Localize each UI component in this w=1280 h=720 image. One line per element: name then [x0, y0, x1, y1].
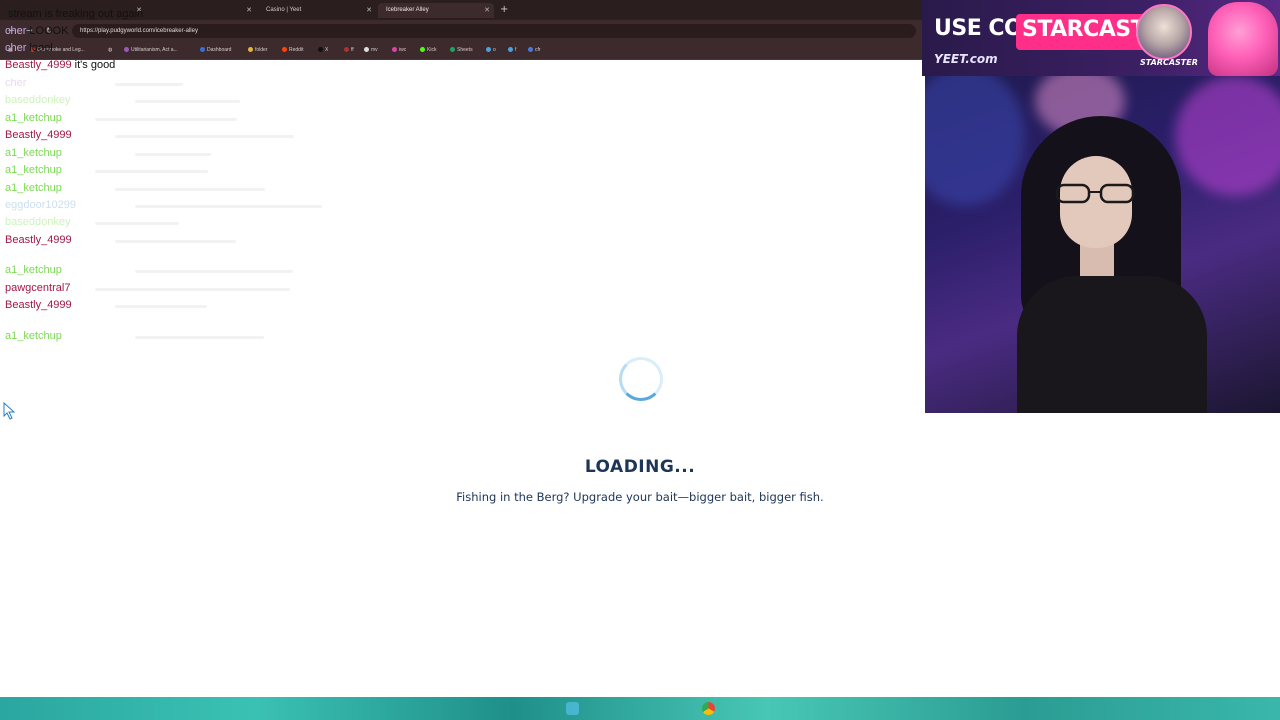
- chat-message: cher loool: [5, 42, 53, 54]
- chat-message: a1_ketchup: [5, 164, 65, 176]
- chat-faded-text: [95, 288, 290, 291]
- sponsor-brand-logo: YEET.com: [934, 52, 998, 66]
- chat-message: eggdoor10299: [5, 199, 79, 211]
- chat-username: baseddonkey: [5, 94, 71, 106]
- bookmark-item[interactable]: iwc: [392, 47, 406, 53]
- chat-username: Beastly_4999: [5, 129, 72, 141]
- chat-overlay: stream is freaking out again cher LOOOK che…: [0, 0, 340, 420]
- bookmark-favicon-icon: [392, 47, 397, 52]
- chat-username: a1_ketchup: [5, 112, 62, 124]
- chat-message: a1_ketchup: [5, 147, 65, 159]
- chat-faded-text: [115, 83, 183, 86]
- bookmark-favicon-icon: [364, 47, 369, 52]
- streamer-avatar: [1136, 4, 1192, 60]
- chat-faded-text: [115, 135, 294, 138]
- chat-faded-text: [115, 240, 236, 243]
- chat-message: a1_ketchup: [5, 112, 65, 124]
- chat-username: a1_ketchup: [5, 182, 62, 194]
- loading-spinner: [619, 357, 663, 401]
- chat-username: Beastly_4999: [5, 234, 72, 246]
- bookmark-item[interactable]: o: [486, 47, 496, 53]
- loading-title: LOADING...: [584, 457, 696, 477]
- chat-faded-text: [135, 153, 211, 156]
- glasses-icon: [1055, 183, 1135, 204]
- chat-message: pawgcentral7: [5, 282, 73, 294]
- close-tab-icon[interactable]: ✕: [366, 6, 372, 14]
- chat-username: Beastly_4999: [5, 59, 72, 71]
- chat-faded-text: [95, 222, 179, 225]
- chat-username: Beastly_4999: [5, 299, 72, 311]
- chat-text: LOOOK: [29, 25, 69, 37]
- chrome-icon[interactable]: [702, 702, 715, 715]
- mascot-image: [1208, 2, 1278, 76]
- chat-message: a1_ketchup: [5, 330, 65, 342]
- chat-username: pawgcentral7: [5, 282, 71, 294]
- bookmark-item[interactable]: mv: [364, 47, 378, 53]
- streamer-shirt: [1017, 276, 1207, 413]
- chat-message: a1_ketchup: [5, 264, 65, 276]
- chat-message: cher: [5, 77, 29, 89]
- kick-icon: [420, 47, 425, 52]
- chat-message: a1_ketchup: [5, 182, 65, 194]
- chat-faded-text: [95, 170, 208, 173]
- chat-username: a1_ketchup: [5, 330, 62, 342]
- chat-message: stream is freaking out again: [5, 8, 143, 20]
- chat-username: cher: [5, 25, 27, 37]
- bookmark-favicon-icon: [486, 47, 491, 52]
- chat-text: it's good: [74, 59, 116, 71]
- bookmark-item[interactable]: cfr: [528, 47, 541, 53]
- bookmark-item[interactable]: Kick: [420, 47, 436, 53]
- chat-message: cher LOOOK: [5, 25, 69, 37]
- chat-faded-text: [135, 270, 293, 273]
- chat-username: cher: [5, 42, 27, 54]
- chat-username: a1_ketchup: [5, 164, 62, 176]
- chat-text: stream is freaking out again: [8, 8, 144, 20]
- bookmark-favicon-icon: [528, 47, 533, 52]
- chat-faded-text: [115, 305, 207, 308]
- close-tab-icon[interactable]: ✕: [484, 6, 490, 14]
- chat-message: baseddonkey: [5, 94, 73, 106]
- bookmark-item[interactable]: Sheets: [450, 47, 473, 53]
- chat-faded-text: [115, 188, 265, 191]
- mouse-cursor-icon: [3, 402, 16, 420]
- bookmark-item[interactable]: ff: [344, 47, 354, 53]
- background-light: [1175, 76, 1280, 196]
- chat-faded-text: [95, 118, 237, 121]
- chat-message: baseddonkey: [5, 216, 73, 228]
- bookmark-favicon-icon: [344, 47, 349, 52]
- start-icon[interactable]: [566, 702, 579, 715]
- chat-username: a1_ketchup: [5, 264, 62, 276]
- bookmark-favicon-icon: [508, 47, 513, 52]
- chat-faded-text: [135, 100, 240, 103]
- chat-text: loool: [29, 42, 53, 54]
- chat-message: Beastly_4999: [5, 129, 75, 141]
- taskbar: [0, 697, 1280, 720]
- browser-tab-icebreaker-alley[interactable]: Icebreaker Alley ✕: [378, 3, 494, 18]
- chat-faded-text: [135, 336, 264, 339]
- sheets-icon: [450, 47, 455, 52]
- chat-faded-text: [135, 205, 322, 208]
- bookmark-item[interactable]: f: [508, 47, 516, 53]
- streamer-avatar-label: STARCASTER: [1140, 58, 1198, 67]
- sponsor-banner: USE CODE: STARCASTER YEET.com STARCASTER: [922, 0, 1280, 76]
- chat-message: Beastly_4999: [5, 299, 75, 311]
- loading-tip: Fishing in the Berg? Upgrade your bait—b…: [456, 490, 824, 504]
- chat-message: Beastly_4999 it's good: [5, 59, 115, 71]
- background-light: [925, 76, 1025, 206]
- chat-username: a1_ketchup: [5, 147, 62, 159]
- chat-username: eggdoor10299: [5, 199, 76, 211]
- chat-message: Beastly_4999: [5, 234, 75, 246]
- chat-username: baseddonkey: [5, 216, 71, 228]
- chat-username: cher: [5, 77, 27, 89]
- webcam-feed: [925, 76, 1280, 413]
- new-tab-button[interactable]: +: [500, 4, 508, 15]
